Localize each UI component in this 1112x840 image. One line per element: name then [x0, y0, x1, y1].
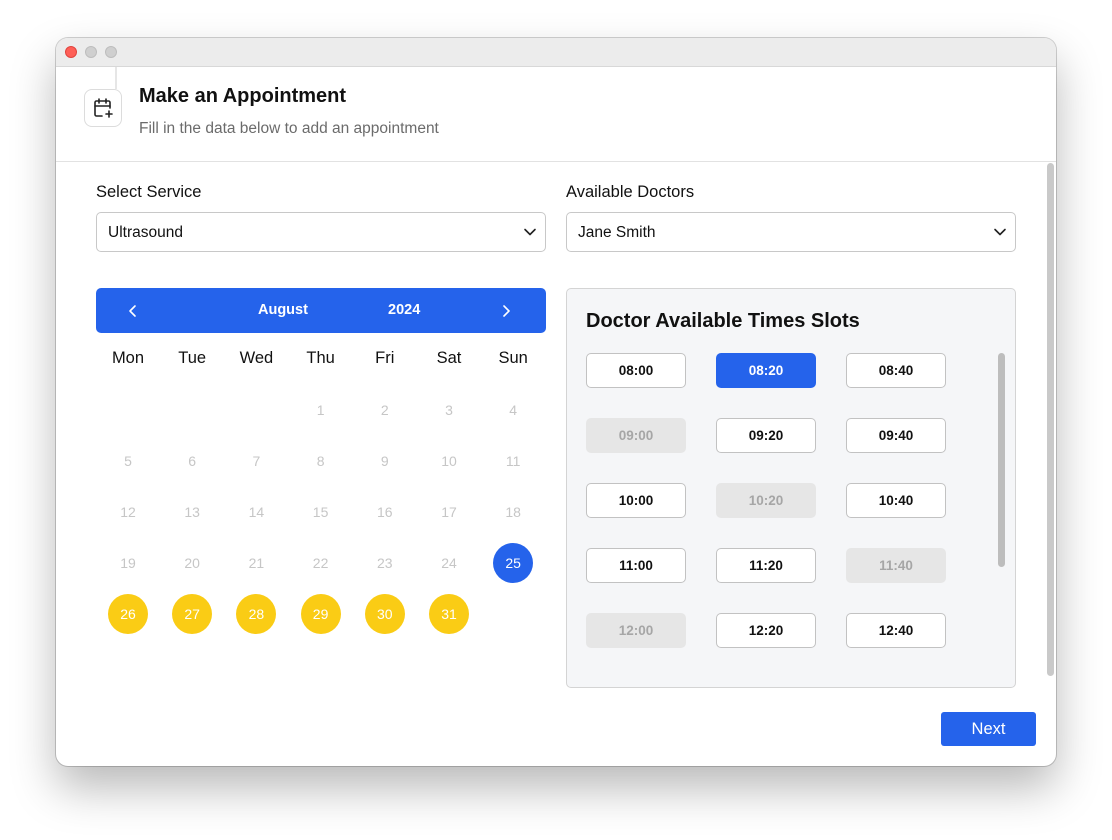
chevron-right-icon — [503, 305, 510, 317]
time-slot-1040[interactable]: 10:40 — [846, 483, 946, 518]
calendar-day-7: 7 — [252, 453, 261, 469]
weekday-wed: Wed — [239, 349, 274, 367]
time-slots-panel: Doctor Available Times Slots 08:00 08:20 0… — [566, 288, 1016, 688]
time-slots-scrollbar[interactable] — [998, 353, 1005, 567]
time-slot-0820[interactable]: 08:20 — [716, 353, 816, 388]
time-slot-1200: 12:00 — [586, 613, 686, 648]
close-window-button[interactable] — [65, 46, 77, 58]
doctor-label: Available Doctors — [566, 183, 695, 201]
calendar-day-28[interactable]: 28 — [236, 594, 277, 634]
time-slots-title: Doctor Available Times Slots — [586, 310, 860, 332]
next-button[interactable]: Next — [941, 712, 1036, 746]
calendar-month: August — [258, 302, 308, 318]
calendar-day-10: 10 — [441, 453, 457, 469]
calendar-day-21: 21 — [248, 555, 265, 571]
doctor-select[interactable]: Jane Smith — [566, 212, 1016, 252]
calendar-plus-icon — [84, 89, 122, 127]
page-subtitle: Fill in the data below to add an appoint… — [139, 120, 439, 137]
time-slot-1020: 10:20 — [716, 483, 816, 518]
time-slot-1140: 11:40 — [846, 548, 946, 583]
calendar-day-9: 9 — [380, 453, 389, 469]
weekday-sat: Sat — [436, 349, 462, 367]
calendar-day-12: 12 — [120, 504, 136, 520]
chevron-down-icon — [993, 225, 1007, 244]
time-slot-1000[interactable]: 10:00 — [586, 483, 686, 518]
time-slot-0800[interactable]: 08:00 — [586, 353, 686, 388]
page-scrollbar[interactable] — [1047, 163, 1054, 676]
calendar-day-16: 16 — [377, 504, 393, 520]
title-bar — [56, 38, 1056, 67]
previous-month-button[interactable] — [123, 301, 143, 321]
time-slot-0900: 09:00 — [586, 418, 686, 453]
calendar-day-31[interactable]: 31 — [429, 594, 469, 634]
calendar-day-23: 23 — [377, 555, 393, 571]
time-slot-1120[interactable]: 11:20 — [716, 548, 816, 583]
chevron-left-icon — [129, 305, 136, 317]
weekday-sun: Sun — [498, 349, 528, 367]
calendar-day-20: 20 — [184, 555, 200, 571]
weekday-fri: Fri — [375, 349, 395, 367]
next-month-button[interactable] — [496, 301, 516, 321]
calendar-day-15: 15 — [312, 504, 329, 520]
time-slot-0940[interactable]: 09:40 — [846, 418, 946, 453]
page-title: Make an Appointment — [139, 85, 347, 107]
calendar-day-19: 19 — [120, 555, 136, 571]
service-select[interactable]: Ultrasound — [96, 212, 546, 252]
time-slot-0920[interactable]: 09:20 — [716, 418, 816, 453]
time-slot-1100[interactable]: 11:00 — [586, 548, 686, 583]
weekday-mon: Mon — [111, 349, 145, 367]
calendar-day-24: 24 — [441, 555, 457, 571]
doctor-select-value: Jane Smith — [578, 224, 656, 241]
service-select-value: Ultrasound — [108, 224, 183, 241]
calendar-day-1: 1 — [316, 402, 325, 418]
calendar-day-3: 3 — [445, 402, 453, 418]
appointment-window: Make an Appointment Fill in the data bel… — [56, 38, 1056, 766]
chevron-down-icon — [523, 225, 537, 244]
calendar-day-11: 11 — [505, 453, 521, 469]
calendar-day-30[interactable]: 30 — [364, 594, 405, 634]
calendar-day-18: 18 — [505, 504, 521, 520]
calendar-day-2: 2 — [380, 402, 389, 418]
time-slot-1240[interactable]: 12:40 — [846, 613, 946, 648]
zoom-window-button[interactable] — [105, 46, 117, 58]
calendar-day-14: 14 — [248, 504, 265, 520]
calendar-day-5: 5 — [124, 453, 132, 469]
calendar-day-26[interactable]: 26 — [108, 594, 148, 634]
weekday-thu: Thu — [306, 349, 335, 367]
time-slot-1220[interactable]: 12:20 — [716, 613, 816, 648]
calendar-day-4: 4 — [509, 402, 518, 418]
calendar-day-29[interactable]: 29 — [300, 594, 341, 634]
calendar-day-6: 6 — [188, 453, 197, 469]
header-divider — [115, 67, 117, 89]
minimize-window-button[interactable] — [85, 46, 97, 58]
weekday-tue: Tue — [178, 349, 207, 367]
calendar-day-25[interactable]: 25 — [493, 543, 534, 583]
calendar-header: August 2024 — [96, 288, 546, 333]
calendar-year: 2024 — [388, 302, 421, 318]
calendar-day-13: 13 — [184, 504, 200, 520]
calendar-day-8: 8 — [316, 453, 325, 469]
calendar-day-27[interactable]: 27 — [172, 594, 213, 634]
calendar-day-17: 17 — [441, 504, 457, 520]
calendar-day-22: 22 — [312, 555, 329, 571]
service-label: Select Service — [96, 183, 202, 201]
page-header: Make an Appointment Fill in the data bel… — [56, 67, 1056, 162]
time-slot-0840[interactable]: 08:40 — [846, 353, 946, 388]
